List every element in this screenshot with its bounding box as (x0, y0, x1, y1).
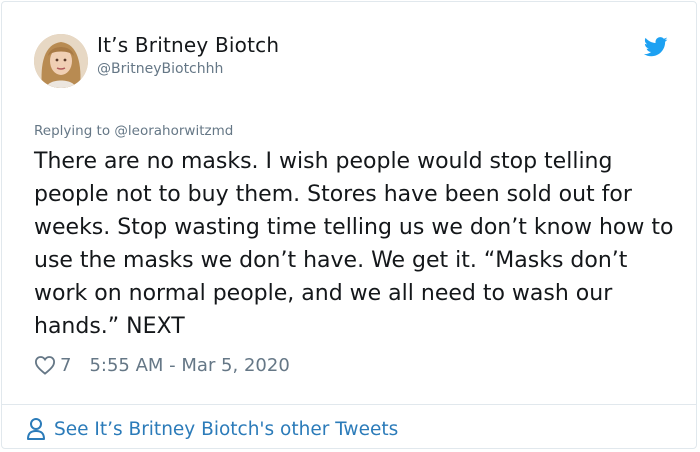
reply-mention-link[interactable]: @leorahorwitzmd (114, 123, 233, 139)
replying-to: Replying to @leorahorwitzmd (34, 123, 233, 139)
replying-to-prefix: Replying to (34, 123, 115, 139)
display-name[interactable]: It’s Britney Biotch (97, 33, 279, 57)
twitter-bird-icon[interactable] (644, 36, 668, 58)
tweet-meta: 7 5:55 AM - Mar 5, 2020 (34, 352, 290, 378)
avatar-image (34, 34, 88, 88)
like-count[interactable]: 7 (60, 355, 71, 376)
tweet-text: There are no masks. I wish people would … (34, 149, 674, 339)
other-tweets-link[interactable]: See It’s Britney Biotch's other Tweets (26, 415, 398, 443)
tweet-timestamp[interactable]: 5:55 AM - Mar 5, 2020 (89, 355, 289, 376)
avatar[interactable] (34, 34, 88, 88)
person-icon (27, 418, 45, 440)
divider (2, 404, 696, 405)
heart-icon[interactable] (34, 355, 56, 375)
user-handle[interactable]: @BritneyBiotchhh (97, 61, 223, 77)
tweet-card: It’s Britney Biotch @BritneyBiotchhh Rep… (1, 1, 697, 449)
other-tweets-label[interactable]: See It’s Britney Biotch's other Tweets (54, 419, 398, 440)
